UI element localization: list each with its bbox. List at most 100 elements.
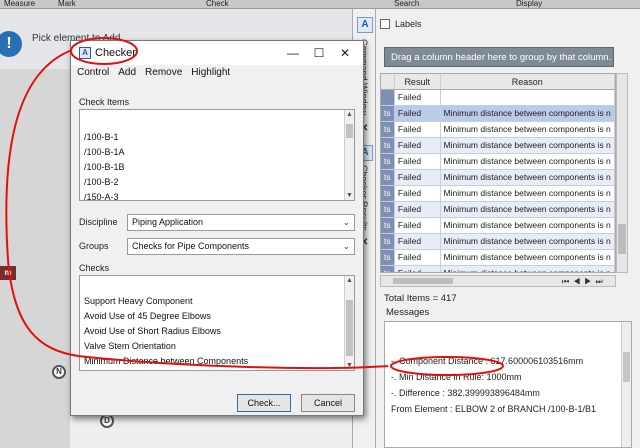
checker-app-icon: A (79, 47, 91, 59)
discipline-label: Discipline (79, 217, 118, 227)
scroll-up-icon[interactable]: ▲ (346, 111, 353, 118)
table-row[interactable]: ts Failed Minimum distance between compone… (381, 138, 615, 154)
dialog-titlebar[interactable]: A Checker — ☐ ✕ (71, 41, 363, 65)
viewport-side-band (0, 69, 70, 448)
checker-results-panel: Labels Drag a column header here to grou… (376, 9, 640, 448)
header-reason[interactable]: Reason (441, 74, 615, 89)
total-items: Total Items = 417 (384, 293, 457, 304)
cancel-button[interactable]: Cancel (301, 394, 355, 412)
checks-list[interactable]: Support Heavy Component Avoid Use of 45 … (79, 275, 355, 371)
down-node-icon[interactable]: D (100, 414, 114, 428)
checks-scrollbar[interactable]: ▲ ▼ (344, 276, 354, 370)
grid-hscroll-thumb[interactable] (393, 278, 453, 284)
menu-add[interactable]: Add (118, 67, 136, 83)
minimize-icon[interactable]: — (285, 45, 301, 61)
row-id-cell: ts (381, 202, 395, 217)
table-row[interactable]: ts Failed Minimum distance between compone… (381, 250, 615, 266)
dialog-title: Checker (95, 47, 136, 59)
row-id-cell: ts (381, 250, 395, 265)
header-id[interactable] (381, 74, 395, 89)
messages-scroll-thumb[interactable] (623, 352, 630, 382)
header-result[interactable]: Result (395, 74, 441, 89)
scroll-down-icon[interactable]: ▼ (346, 192, 353, 199)
message-line: -. Difference : 382.399993896484mm (391, 388, 540, 398)
ribbon-display[interactable]: Display (516, 0, 542, 8)
close-icon[interactable]: ✕ (337, 45, 353, 61)
check-button[interactable]: Check... (237, 394, 291, 412)
reason-cell: Minimum distance between components is n (441, 154, 615, 169)
reason-cell: Minimum distance between components is n (440, 138, 615, 153)
labels-checkbox[interactable] (380, 19, 390, 29)
table-row[interactable]: ts Failed Minimum distance between compone… (381, 266, 615, 272)
menu-highlight[interactable]: Highlight (191, 67, 230, 83)
reason-cell: Minimum distance between components is n (440, 202, 615, 217)
ribbon-mark[interactable]: Mark (58, 0, 76, 8)
row-id-cell: ts (381, 154, 395, 169)
menu-remove[interactable]: Remove (145, 67, 182, 83)
table-row[interactable]: ts Failed Minimum distance between compone… (381, 106, 615, 122)
table-row[interactable]: ts Failed Minimum distance between compone… (381, 186, 615, 202)
command-window-icon[interactable]: A (357, 17, 373, 33)
checks-scroll-thumb[interactable] (346, 300, 353, 356)
table-row[interactable]: ts Failed Minimum distance between compone… (381, 154, 615, 170)
reason-cell: Minimum distance between components is n (440, 170, 615, 185)
grid-vertical-scrollbar[interactable] (616, 73, 628, 273)
checks-label: Checks (79, 263, 110, 273)
result-cell: Failed (394, 234, 441, 249)
check-items-scrollbar[interactable]: ▲ ▼ (344, 110, 354, 200)
dialog-menu: Control Add Remove Highlight (71, 67, 363, 83)
check-item[interactable]: /100-B-1 (84, 132, 119, 142)
result-cell: Failed (394, 138, 441, 153)
messages-scrollbar[interactable] (621, 322, 631, 447)
check-item[interactable]: /100-B-1B (84, 162, 125, 172)
row-id-cell: ts (381, 170, 395, 185)
check-rule[interactable]: Valve Stem Orientation (84, 341, 176, 351)
result-cell: Failed (395, 90, 441, 105)
reason-cell (441, 90, 615, 105)
groups-select[interactable]: Checks for Pipe Components ⌄ (127, 238, 355, 255)
checker-dialog: A Checker — ☐ ✕ Control Add Remove Highl… (70, 40, 364, 416)
table-row[interactable]: ts Failed Minimum distance between compone… (381, 218, 615, 234)
reason-cell: Minimum distance between components is n (441, 186, 615, 201)
grid-body: Failed ts Failed Minimum distance between c… (381, 90, 615, 272)
menu-control[interactable]: Control (77, 67, 109, 83)
group-by-area[interactable]: Drag a column header here to group by th… (384, 47, 614, 67)
grid-scroll-thumb[interactable] (618, 224, 626, 254)
check-rule[interactable]: Support Heavy Component (84, 296, 193, 306)
table-row[interactable]: ts Failed Minimum distance between compone… (381, 234, 615, 250)
groups-value: Checks for Pipe Components (132, 241, 250, 251)
scroll-down-icon[interactable]: ▼ (346, 362, 353, 369)
ribbon-check[interactable]: Check (206, 0, 229, 8)
message-line: -. Component Distance : 617.600006103516… (391, 356, 584, 366)
check-rule-selected[interactable]: Minimum Distance between Components (84, 356, 248, 366)
check-item[interactable]: /100-B-2 (84, 177, 119, 187)
check-rule[interactable]: Avoid Use of Short Radius Elbows (84, 326, 221, 336)
ribbon-measure[interactable]: Measure (4, 0, 35, 8)
table-row[interactable]: ts Failed Minimum distance between compone… (381, 202, 615, 218)
row-id-cell: ts (381, 266, 395, 272)
reason-cell: Minimum distance between components is n (441, 250, 615, 265)
grid-header: Result Reason (381, 74, 615, 90)
check-item[interactable]: /100-B-1A (84, 147, 125, 157)
table-row[interactable]: Failed (381, 90, 615, 106)
unit-tag: m (0, 266, 16, 280)
north-node-icon[interactable]: N (52, 365, 66, 379)
labels-toggle[interactable]: Labels (380, 17, 422, 31)
check-items-list[interactable]: /100-B-1 /100-B-1A /100-B-1B /100-B-2 /1… (79, 109, 355, 201)
check-item[interactable]: /150-A-3 (84, 192, 119, 200)
ribbon-search[interactable]: Search (394, 0, 419, 8)
table-row[interactable]: ts Failed Minimum distance between compone… (381, 122, 615, 138)
check-rule[interactable]: Avoid Use of 45 Degree Elbows (84, 311, 211, 321)
scroll-up-icon[interactable]: ▲ (346, 277, 353, 284)
table-row[interactable]: ts Failed Minimum distance between compone… (381, 170, 615, 186)
reason-cell: Minimum distance between components is n (441, 122, 615, 137)
discipline-select[interactable]: Piping Application ⌄ (127, 214, 355, 231)
check-items-scroll-thumb[interactable] (346, 124, 353, 138)
row-id-cell: ts (381, 218, 395, 233)
message-line: From Element : ELBOW 2 of BRANCH /100-B-… (391, 404, 597, 414)
row-id-cell: ts (381, 186, 395, 201)
maximize-icon[interactable]: ☐ (311, 45, 327, 61)
row-id-cell: ts (381, 138, 395, 153)
ribbon-bar: Measure Mark Check Search Display (0, 0, 640, 9)
pager-arrows[interactable]: ⏮◀▶⏭ (562, 277, 607, 287)
